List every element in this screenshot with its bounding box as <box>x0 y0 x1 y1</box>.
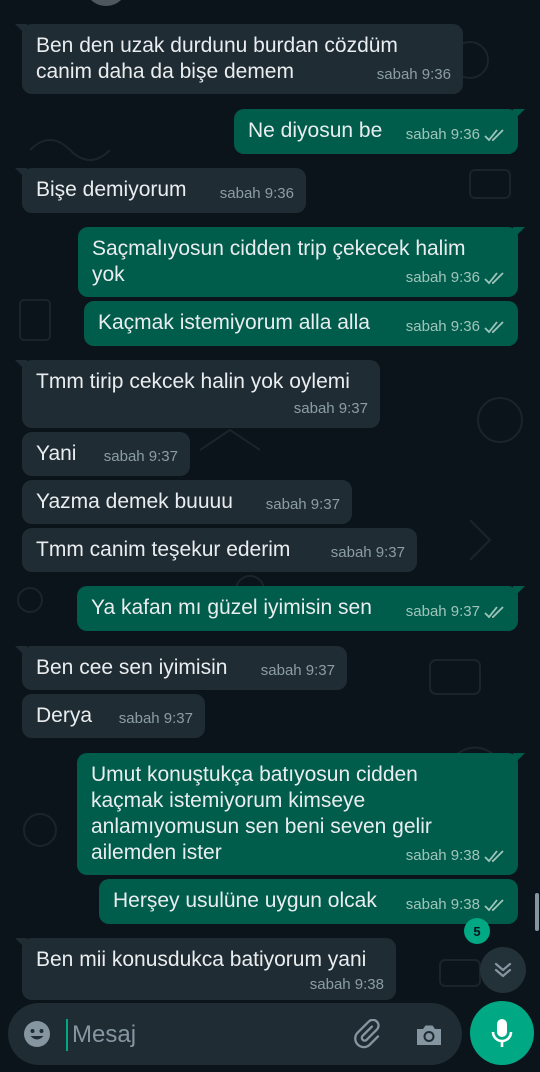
message-bubble-incoming[interactable]: Ben mii konusdukca batiyorum yani sabah … <box>15 938 396 1000</box>
message-bubble-incoming[interactable]: Derya sabah 9:37 <box>22 694 205 738</box>
message-bubble-incoming[interactable]: Tmm tirip cekcek halin yok oylemi sabah … <box>15 360 380 428</box>
message-text: Ben mii konusdukca batiyorum yani <box>36 948 367 971</box>
double-check-icon <box>484 272 504 285</box>
message-input[interactable] <box>70 1017 344 1053</box>
double-check-icon <box>484 606 504 619</box>
message-time: sabah 9:37 <box>260 662 335 679</box>
paperclip-icon[interactable] <box>353 1019 385 1051</box>
message-bubble-outgoing[interactable]: Ya kafan mı güzel iyimisin sen sabah 9:3… <box>77 586 525 631</box>
message-bubble-incoming[interactable]: Tmm canim teşekur ederim sabah 9:37 <box>22 528 417 572</box>
camera-icon[interactable] <box>413 1019 445 1051</box>
unread-count-badge: 5 <box>464 918 490 944</box>
message-time: sabah 9:38 <box>405 847 480 864</box>
message-time: sabah 9:38 <box>405 896 480 913</box>
double-check-icon <box>484 321 504 334</box>
message-time: sabah 9:37 <box>405 603 480 620</box>
message-time: sabah 9:36 <box>405 318 480 335</box>
microphone-icon <box>491 1019 513 1047</box>
double-check-icon <box>484 850 504 863</box>
message-bubble-outgoing[interactable]: Umut konuştukça batıyosun cidden kaçmak … <box>77 753 525 875</box>
message-bubble-incoming[interactable]: Ben cee sen iyimisin sabah 9:37 <box>15 646 347 690</box>
message-bubble-incoming[interactable]: Yani sabah 9:37 <box>22 432 190 476</box>
scrollbar-thumb[interactable] <box>535 893 539 931</box>
message-text: Tmm tirip cekcek halin yok oylemi <box>36 370 350 393</box>
message-time: sabah 9:37 <box>118 710 193 727</box>
message-bubble-outgoing[interactable]: Kaçmak istemiyorum alla alla sabah 9:36 <box>84 301 518 346</box>
message-bubble-outgoing[interactable]: Saçmalıyosun cidden trip çekecek halim y… <box>78 227 525 297</box>
message-time: sabah 9:36 <box>219 185 294 202</box>
message-bubble-outgoing[interactable]: Ne diyosun be sabah 9:36 <box>234 109 525 154</box>
message-time: sabah 9:36 <box>405 126 480 143</box>
scroll-to-bottom-button[interactable] <box>480 947 526 993</box>
message-bubble-incoming[interactable]: Ben den uzak durdunu burdan cözdüm canim… <box>15 24 463 94</box>
message-time: sabah 9:37 <box>103 448 178 465</box>
message-time: sabah 9:36 <box>405 269 480 286</box>
message-composer <box>8 1003 462 1065</box>
message-time: sabah 9:36 <box>376 66 451 83</box>
message-bubble-outgoing[interactable]: Herşey usulüne uygun olcak sabah 9:38 <box>99 879 518 924</box>
message-bubble-incoming[interactable]: Yazma demek buuuu sabah 9:37 <box>22 480 352 524</box>
message-time: sabah 9:38 <box>309 976 384 993</box>
voice-message-button[interactable] <box>470 1001 534 1065</box>
message-time: sabah 9:37 <box>265 496 340 513</box>
double-check-icon <box>484 899 504 912</box>
text-cursor <box>66 1019 68 1051</box>
double-check-icon <box>484 129 504 142</box>
emoji-icon[interactable] <box>22 1019 52 1049</box>
message-bubble-incoming[interactable]: Bişe demiyorum sabah 9:36 <box>15 168 306 213</box>
double-chevron-down-icon <box>494 962 512 978</box>
message-time: sabah 9:37 <box>293 400 368 417</box>
message-time: sabah 9:37 <box>330 544 405 561</box>
